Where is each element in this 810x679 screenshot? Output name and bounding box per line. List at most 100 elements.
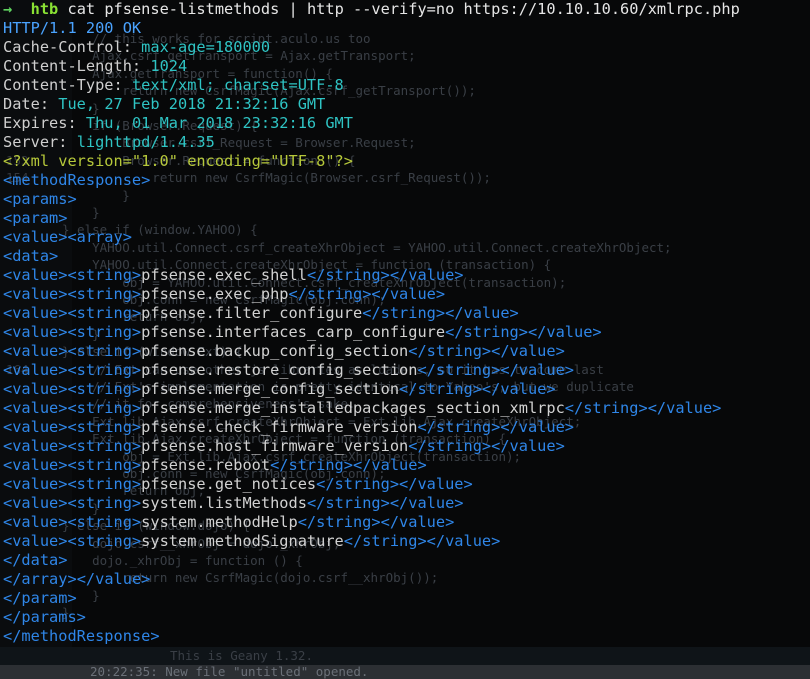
xml-tag: <string> xyxy=(67,399,142,417)
method-name: pfsense.check_firmware_version xyxy=(141,418,418,436)
http-status-line: HTTP/1.1 200 OK xyxy=(3,19,808,38)
xml-tag: </string> xyxy=(297,513,381,531)
method-name: pfsense.get_notices xyxy=(141,475,317,493)
xml-method-line: <value><string>pfsense.host_firmware_ver… xyxy=(3,437,808,456)
xml-tag: </string> xyxy=(408,342,492,360)
xml-method-line: <value><string>system.listMethods</strin… xyxy=(3,494,808,513)
xml-tag: <string> xyxy=(67,304,142,322)
xml-tag: </string> xyxy=(408,437,492,455)
xml-tag: </value> xyxy=(500,361,575,379)
xml-tag: </string> xyxy=(417,418,501,436)
editor-message-bar: 20:22:35: New file "untitled" opened. xyxy=(0,664,810,679)
xml-tag: <value> xyxy=(3,418,68,436)
xml-tag: <string> xyxy=(67,456,142,474)
xml-tag: <string> xyxy=(67,494,142,512)
xml-tag: </value> xyxy=(380,513,455,531)
xml-tag: </string> xyxy=(564,399,648,417)
xml-method-line: <value><string>pfsense.filter_configure<… xyxy=(3,304,808,323)
xml-tag: <string> xyxy=(67,361,142,379)
method-name: pfsense.restore_config_section xyxy=(141,361,418,379)
xml-open-data: <data> xyxy=(3,247,59,265)
xml-close-methodresponse: </methodResponse> xyxy=(3,627,160,645)
xml-tag: <string> xyxy=(67,380,142,398)
xml-open-param: <param> xyxy=(3,209,68,227)
xml-tag: </value> xyxy=(527,323,602,341)
http-header-key: Server: xyxy=(3,133,77,151)
http-header-line: Content-Length: 1024 xyxy=(3,57,808,76)
prompt-host: htb xyxy=(30,0,59,18)
http-header-line: Content-Type: text/xml; charset=UTF-8 xyxy=(3,76,808,95)
xml-method-line: <value><string>system.methodSignature</s… xyxy=(3,532,808,551)
xml-tag: <value> xyxy=(3,323,68,341)
xml-tag: </value> xyxy=(500,418,575,436)
method-name: pfsense.exec_shell xyxy=(141,266,307,284)
http-header-value: 1024 xyxy=(150,57,188,75)
method-name: system.listMethods xyxy=(141,494,307,512)
xml-tag: <value> xyxy=(3,475,68,493)
xml-method-line: <value><string>pfsense.check_firmware_ve… xyxy=(3,418,808,437)
http-header-value: Thu, 01 Mar 2018 23:32:16 GMT xyxy=(85,114,353,132)
xml-tag: </value> xyxy=(647,399,722,417)
xml-tag: <value> xyxy=(3,513,68,531)
xml-method-line: <value><string>pfsense.exec_shell</strin… xyxy=(3,266,808,285)
xml-tag: <string> xyxy=(67,342,142,360)
xml-tag: <value> xyxy=(3,456,68,474)
xml-tag: <string> xyxy=(67,418,142,436)
xml-tag: </string> xyxy=(362,304,446,322)
method-name: pfsense.filter_configure xyxy=(141,304,363,322)
http-header-key: Content-Type: xyxy=(3,76,132,94)
xml-tag: <value> xyxy=(3,399,68,417)
prompt-line: → htb cat pfsense-listmethods | http --v… xyxy=(3,0,808,19)
xml-tag: <string> xyxy=(67,437,142,455)
http-header-value: text/xml; charset=UTF-8 xyxy=(131,76,344,94)
xml-method-line: <value><string>pfsense.restore_config_se… xyxy=(3,361,808,380)
http-header-key: Date: xyxy=(3,95,59,113)
xml-tag: </string> xyxy=(343,532,427,550)
xml-tag: </string> xyxy=(306,494,390,512)
http-header-value: Tue, 27 Feb 2018 21:32:16 GMT xyxy=(58,95,326,113)
xml-tag: </value> xyxy=(352,456,427,474)
xml-tag: <value> xyxy=(3,532,68,550)
method-name: pfsense.merge_config_section xyxy=(141,380,400,398)
prompt-arrow-icon: → xyxy=(3,0,13,18)
xml-tag: </string> xyxy=(399,380,482,398)
terminal-window[interactable]: // this works for script.aculo.us too Aj… xyxy=(0,0,810,679)
http-header-value: max-age=180000 xyxy=(141,38,271,56)
method-name: pfsense.backup_config_section xyxy=(141,342,409,360)
xml-tag: </string> xyxy=(316,475,400,493)
xml-tag: </string> xyxy=(306,266,390,284)
http-header-line: Server: lighttpd/1.4.35 xyxy=(3,133,808,152)
xml-close-data: </data> xyxy=(3,551,68,569)
method-name: system.methodHelp xyxy=(141,513,298,531)
xml-method-line: <value><string>pfsense.merge_installedpa… xyxy=(3,399,808,418)
xml-tag: <string> xyxy=(67,513,142,531)
xml-tag: <value> xyxy=(3,437,68,455)
xml-open-methodresponse: <methodResponse> xyxy=(3,171,151,189)
method-name: pfsense.reboot xyxy=(141,456,271,474)
method-name: pfsense.exec_php xyxy=(141,285,289,303)
method-name: system.methodSignature xyxy=(141,532,344,550)
xml-tag: </string> xyxy=(445,323,528,341)
xml-tag: <string> xyxy=(67,532,142,550)
xml-tag: </value> xyxy=(491,342,565,360)
xml-tag: </string> xyxy=(417,361,501,379)
xml-tag: <value> xyxy=(3,266,68,284)
http-header-key: Content-Length: xyxy=(3,57,151,75)
xml-close-param: </param> xyxy=(3,589,77,607)
xml-tag: <string> xyxy=(67,323,142,341)
xml-tag: </value> xyxy=(426,532,501,550)
xml-method-line: <value><string>pfsense.merge_config_sect… xyxy=(3,380,808,399)
command-text: cat pfsense-listmethods | http --verify=… xyxy=(58,0,740,18)
xml-tag: </value> xyxy=(389,494,464,512)
xml-tag: <value> xyxy=(3,361,68,379)
xml-tag: </string> xyxy=(270,456,353,474)
editor-status-text: This is Geany 1.32. xyxy=(170,648,313,663)
xml-method-line: <value><string>pfsense.get_notices</stri… xyxy=(3,475,808,494)
xml-method-line: <value><string>pfsense.reboot</string></… xyxy=(3,456,808,475)
xml-tag: </value> xyxy=(481,380,556,398)
http-header-line: Expires: Thu, 01 Mar 2018 23:32:16 GMT xyxy=(3,114,808,133)
xml-declaration: <?xml version="1.0" encoding="UTF-8"?> xyxy=(3,152,353,170)
xml-method-line: <value><string>pfsense.backup_config_sec… xyxy=(3,342,808,361)
xml-tag: </value> xyxy=(371,285,446,303)
http-header-value: lighttpd/1.4.35 xyxy=(76,133,215,151)
